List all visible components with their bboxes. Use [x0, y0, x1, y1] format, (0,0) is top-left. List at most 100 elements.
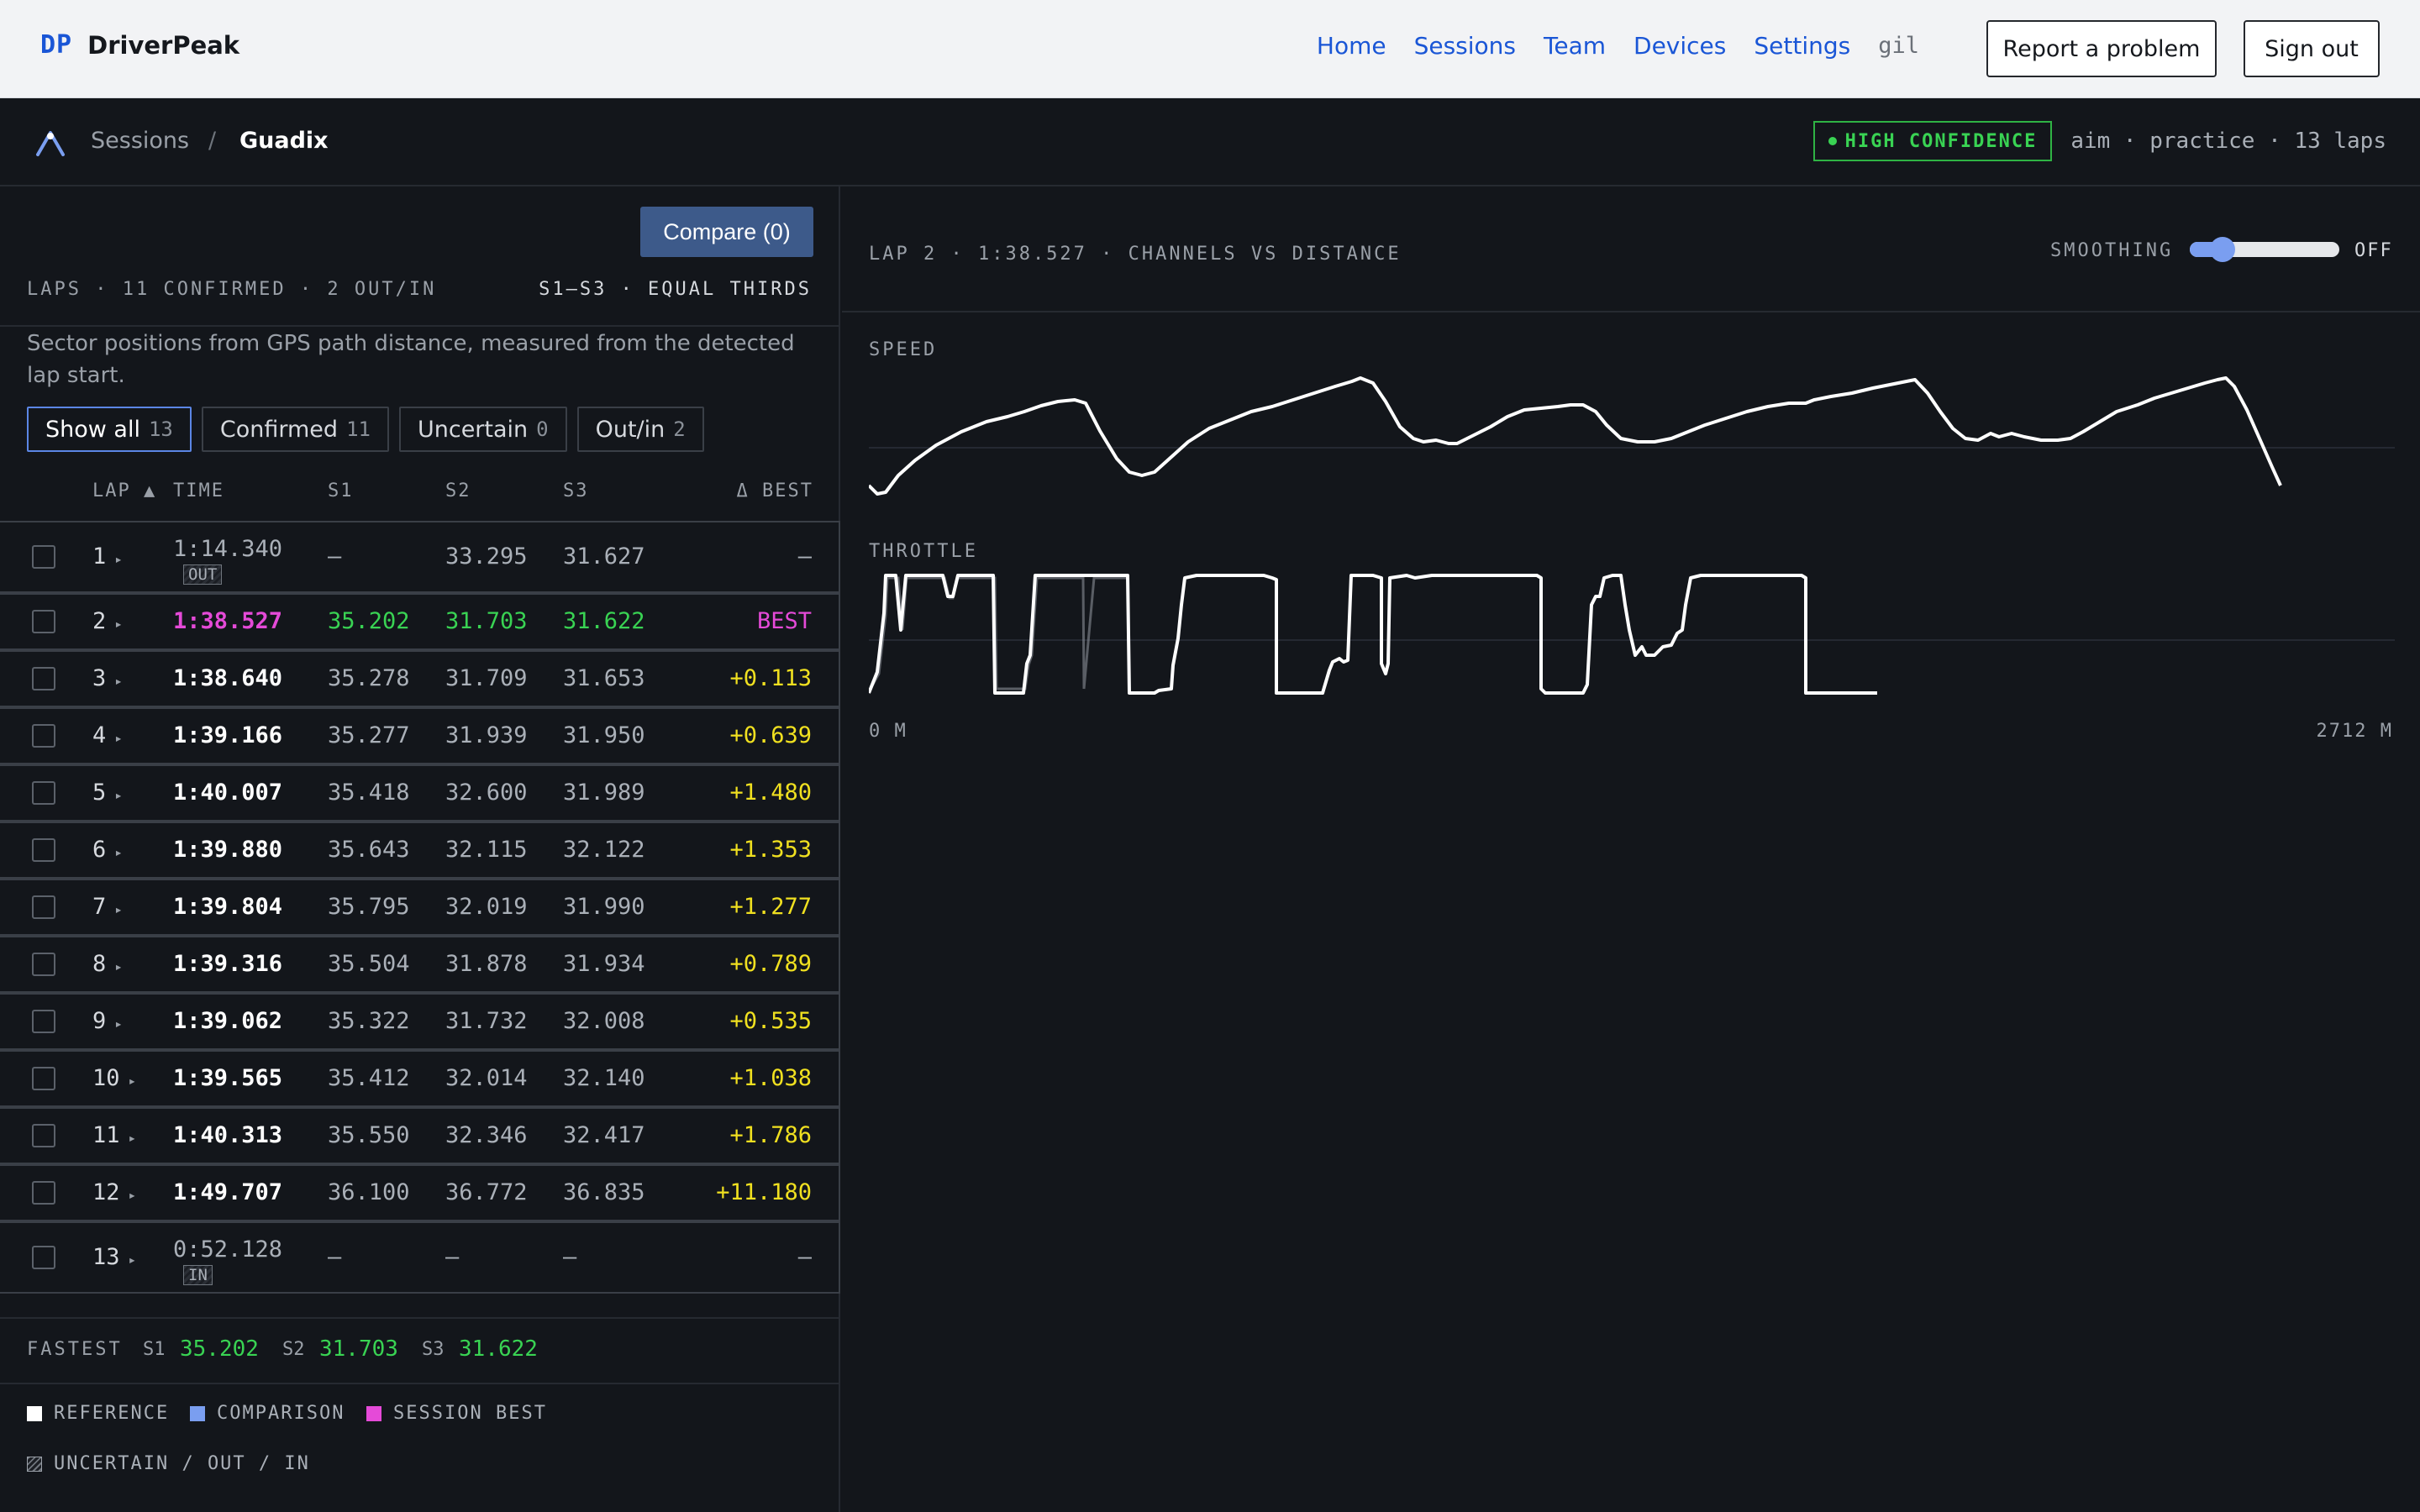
table-row[interactable]: 13 ▸ 0:52.128 IN — — — —: [0, 1221, 840, 1294]
nav-username: gil: [1878, 33, 1919, 59]
sector-3-time: 32.417: [563, 1122, 645, 1148]
sector-2-time: 32.019: [445, 894, 528, 920]
sign-out-button[interactable]: Sign out: [2244, 20, 2380, 77]
column-header-s1[interactable]: S1: [328, 480, 354, 501]
nav-link-devices[interactable]: Devices: [1634, 32, 1726, 60]
lap-number[interactable]: 8 ▸: [92, 951, 123, 977]
nav-link-settings[interactable]: Settings: [1754, 32, 1850, 60]
lap-number[interactable]: 1 ▸: [92, 543, 123, 570]
lap-select-checkbox[interactable]: [32, 667, 55, 690]
speed-trace-chart[interactable]: [869, 368, 2395, 499]
lap-select-checkbox[interactable]: [32, 1181, 55, 1205]
legend-session-best: SESSION BEST: [366, 1403, 547, 1424]
breadcrumb-sessions-link[interactable]: Sessions: [91, 128, 189, 154]
lap-number-text: 8: [92, 951, 107, 977]
filter-out-in[interactable]: Out/in 2: [576, 407, 704, 452]
expand-arrow-icon[interactable]: ▸: [129, 1130, 137, 1146]
expand-arrow-icon[interactable]: ▸: [114, 1016, 123, 1032]
lap-number[interactable]: 5 ▸: [92, 780, 123, 806]
filter-uncertain[interactable]: Uncertain 0: [398, 407, 567, 452]
sector-3-time: 32.140: [563, 1065, 645, 1091]
sector-2-time: —: [445, 1244, 460, 1270]
lap-time: 1:40.007: [173, 780, 283, 806]
expand-arrow-icon[interactable]: ▸: [114, 787, 123, 803]
lap-select-checkbox[interactable]: [32, 1124, 55, 1147]
nav-link-home[interactable]: Home: [1317, 32, 1386, 60]
table-row[interactable]: 5 ▸ 1:40.007 35.418 32.600 31.989 +1.480: [0, 764, 840, 822]
sector-1-time: 35.418: [328, 780, 410, 806]
lap-number-text: 11: [92, 1122, 120, 1148]
compare-button[interactable]: Compare (0): [640, 207, 813, 257]
table-row[interactable]: 2 ▸ 1:38.527 35.202 31.703 31.622 BEST: [0, 593, 840, 650]
table-row[interactable]: 10 ▸ 1:39.565 35.412 32.014 32.140 +1.038: [0, 1050, 840, 1107]
expand-arrow-icon[interactable]: ▸: [129, 1252, 137, 1268]
expand-arrow-icon[interactable]: ▸: [129, 1187, 137, 1203]
lap-number[interactable]: 3 ▸: [92, 665, 123, 691]
expand-arrow-icon[interactable]: ▸: [114, 673, 123, 689]
lap-number[interactable]: 12 ▸: [92, 1179, 136, 1205]
lap-select-checkbox[interactable]: [32, 1067, 55, 1090]
lap-number-text: 9: [92, 1008, 107, 1034]
divider: [0, 325, 840, 327]
table-row[interactable]: 7 ▸ 1:39.804 35.795 32.019 31.990 +1.277: [0, 879, 840, 936]
lap-number-text: 13: [92, 1244, 120, 1270]
column-header-s3[interactable]: S3: [563, 480, 589, 501]
lap-select-checkbox[interactable]: [32, 953, 55, 976]
sector-1-time: 36.100: [328, 1179, 410, 1205]
lap-time: 1:14.340: [173, 536, 283, 562]
table-row[interactable]: 3 ▸ 1:38.640 35.278 31.709 31.653 +0.113: [0, 650, 840, 707]
nav-link-team[interactable]: Team: [1544, 32, 1606, 60]
lap-number[interactable]: 13 ▸: [92, 1244, 136, 1270]
slider-handle[interactable]: [2209, 237, 2235, 262]
expand-arrow-icon[interactable]: ▸: [129, 1073, 137, 1089]
lap-number[interactable]: 2 ▸: [92, 608, 123, 634]
lap-select-checkbox[interactable]: [32, 1010, 55, 1033]
smoothing-slider[interactable]: [2190, 237, 2339, 262]
table-row[interactable]: 11 ▸ 1:40.313 35.550 32.346 32.417 +1.786: [0, 1107, 840, 1164]
column-header-delta[interactable]: Δ BEST: [737, 480, 813, 501]
column-header-time[interactable]: TIME: [173, 480, 224, 501]
sector-1-time: 35.322: [328, 1008, 410, 1034]
lap-time: 1:38.640: [173, 665, 283, 691]
lap-select-checkbox[interactable]: [32, 838, 55, 862]
filter-count: 13: [148, 417, 173, 441]
lap-number-text: 5: [92, 780, 107, 806]
lap-select-checkbox[interactable]: [32, 895, 55, 919]
lap-number[interactable]: 9 ▸: [92, 1008, 123, 1034]
column-header-lap[interactable]: LAP ▲: [92, 480, 156, 501]
expand-arrow-icon[interactable]: ▸: [114, 958, 123, 974]
brand[interactable]: DP DriverPeak: [40, 30, 239, 60]
lap-number[interactable]: 11 ▸: [92, 1122, 136, 1148]
lap-select-checkbox[interactable]: [32, 781, 55, 805]
expand-arrow-icon[interactable]: ▸: [114, 844, 123, 860]
filter-label: Out/in: [595, 416, 666, 443]
nav-link-sessions[interactable]: Sessions: [1414, 32, 1516, 60]
laps-table: 1 ▸ 1:14.340 OUT —33.295 31.627—2 ▸ 1:38.527 35.…: [0, 521, 840, 1294]
lap-select-checkbox[interactable]: [32, 1246, 55, 1269]
table-row[interactable]: 6 ▸ 1:39.880 35.643 32.115 32.122 +1.353: [0, 822, 840, 879]
expand-arrow-icon[interactable]: ▸: [114, 730, 123, 746]
column-header-s2[interactable]: S2: [445, 480, 471, 501]
lap-number[interactable]: 7 ▸: [92, 894, 123, 920]
filter-confirmed[interactable]: Confirmed 11: [201, 407, 389, 452]
expand-arrow-icon[interactable]: ▸: [114, 616, 123, 632]
report-problem-button[interactable]: Report a problem: [1986, 20, 2217, 77]
speed-trace-line: [869, 376, 2282, 496]
table-row[interactable]: 1 ▸ 1:14.340 OUT —33.295 31.627—: [0, 521, 840, 593]
confidence-label: HIGH CONFIDENCE: [1844, 130, 2038, 152]
lap-number[interactable]: 10 ▸: [92, 1065, 136, 1091]
expand-arrow-icon[interactable]: ▸: [114, 551, 123, 567]
table-row[interactable]: 4 ▸ 1:39.166 35.277 31.939 31.950 +0.639: [0, 707, 840, 764]
filter-show-all[interactable]: Show all 13: [27, 407, 192, 452]
lap-number[interactable]: 4 ▸: [92, 722, 123, 748]
table-row[interactable]: 9 ▸ 1:39.062 35.322 31.732 32.008 +0.535: [0, 993, 840, 1050]
lap-select-checkbox[interactable]: [32, 610, 55, 633]
table-row[interactable]: 12 ▸ 1:49.707 36.100 36.772 36.835 +11.180: [0, 1164, 840, 1221]
expand-arrow-icon[interactable]: ▸: [114, 901, 123, 917]
sector-3-time: 31.622: [563, 608, 645, 634]
lap-number[interactable]: 6 ▸: [92, 837, 123, 863]
lap-select-checkbox[interactable]: [32, 724, 55, 748]
table-row[interactable]: 8 ▸ 1:39.316 35.504 31.878 31.934 +0.789: [0, 936, 840, 993]
throttle-trace-chart[interactable]: [869, 571, 2395, 702]
lap-select-checkbox[interactable]: [32, 545, 55, 569]
